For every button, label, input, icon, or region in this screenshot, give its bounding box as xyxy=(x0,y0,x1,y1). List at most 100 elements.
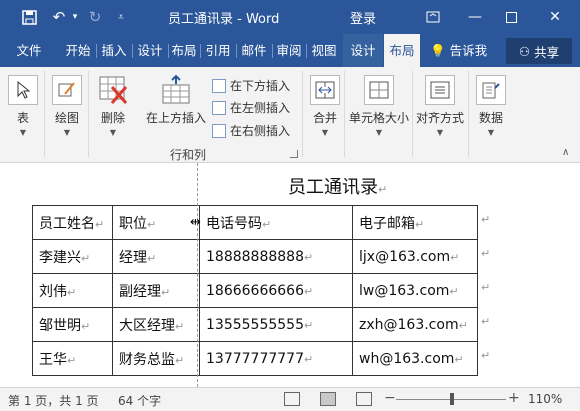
insert-left-icon xyxy=(212,100,226,115)
table-cell[interactable]: 13555555555↵ xyxy=(199,307,353,342)
cell-mark: ↵ xyxy=(95,217,105,231)
table-cell[interactable]: 经理↵ xyxy=(112,239,200,274)
chevron-down-icon: ▼ xyxy=(19,128,27,137)
cell-size-button[interactable]: 单元格大小 ▼ xyxy=(349,75,409,137)
table-cell[interactable]: wh@163.com↵ xyxy=(352,341,478,376)
tab-view[interactable]: 视图 xyxy=(308,34,340,67)
save-icon[interactable] xyxy=(18,6,40,28)
header-email: 电子邮箱 xyxy=(359,215,415,232)
table-cell[interactable]: 大区经理↵ xyxy=(112,307,200,342)
chevron-down-icon: ▼ xyxy=(63,128,71,137)
customize-qat-icon[interactable]: ⩡ xyxy=(114,6,128,28)
table-cell[interactable]: 电话号码↵ xyxy=(199,205,353,240)
tab-design[interactable]: 设计 xyxy=(134,34,166,67)
cell-mark: ↵ xyxy=(303,352,314,366)
zoom-in-icon[interactable]: + xyxy=(508,390,520,406)
table-cell[interactable]: lw@163.com↵ xyxy=(352,273,478,308)
table-cell[interactable]: 电子邮箱↵ xyxy=(352,205,478,240)
tab-insert[interactable]: 插入 xyxy=(98,34,130,67)
cell-text: wh@163.com xyxy=(359,350,455,367)
maximize-icon[interactable] xyxy=(496,4,526,30)
tell-me-label: 告诉我 xyxy=(449,43,488,58)
table-cell[interactable]: zxh@163.com↵ xyxy=(352,307,478,342)
table-cell[interactable]: 18888888888↵ xyxy=(199,239,353,274)
insert-left-button[interactable]: 在左侧插入 xyxy=(212,99,290,116)
insert-below-button[interactable]: 在下方插入 xyxy=(212,77,290,94)
tab-table-design[interactable]: 设计 xyxy=(343,34,383,67)
table-row: 李建兴↵ 经理↵ 18888888888↵ ljx@163.com↵ xyxy=(32,239,478,274)
cell-mark: ↵ xyxy=(147,217,157,231)
undo-dropdown-icon[interactable]: ▾ xyxy=(68,6,82,28)
table-row: 邹世明↵ 大区经理↵ 13555555555↵ zxh@163.com↵ xyxy=(32,307,478,342)
zoom-slider-thumb[interactable] xyxy=(450,393,454,405)
redo-icon[interactable]: ↻ xyxy=(84,6,106,28)
table-header-row: 员工姓名↵ 职位↵ 电话号码↵ 电子邮箱↵ xyxy=(32,205,478,240)
select-cursor-icon xyxy=(8,75,38,105)
table-cell[interactable]: 18666666666↵ xyxy=(199,273,353,308)
login-link[interactable]: 登录 xyxy=(350,8,376,27)
undo-icon[interactable]: ↶ xyxy=(48,6,70,28)
cell-text: zxh@163.com xyxy=(359,316,459,333)
cell-text: 财务总监 xyxy=(119,351,175,368)
table-cell[interactable]: 职位↵ xyxy=(112,205,200,240)
group-label-rows-cols: 行和列 xyxy=(170,148,207,162)
draw-button[interactable]: 绘图 ▼ xyxy=(52,75,82,137)
table-cell[interactable]: 副经理↵ xyxy=(112,273,200,308)
tab-mailings[interactable]: 邮件 xyxy=(238,34,270,67)
table-cell[interactable]: 邹世明↵ xyxy=(32,307,113,342)
tab-home[interactable]: 开始 xyxy=(62,34,94,67)
web-layout-icon[interactable] xyxy=(356,392,372,406)
tell-me[interactable]: 💡 告诉我 xyxy=(430,34,487,67)
tab-layout[interactable]: 布局 xyxy=(170,34,198,67)
table-cell[interactable]: 财务总监↵ xyxy=(112,341,200,376)
draw-table-icon xyxy=(52,75,82,105)
cell-mark: ↵ xyxy=(415,217,425,231)
share-button[interactable]: ⚇ 共享 xyxy=(506,38,572,64)
employee-table[interactable]: 员工姓名↵ 职位↵ 电话号码↵ 电子邮箱↵ 李建兴↵ 经理↵ 188888888… xyxy=(32,205,478,376)
delete-button[interactable]: 删除 ▼ xyxy=(98,75,128,137)
cell-mark: ↵ xyxy=(450,250,460,264)
word-count[interactable]: 64 个字 xyxy=(118,392,161,409)
cell-mark: ↵ xyxy=(303,284,314,298)
insert-right-button[interactable]: 在右侧插入 xyxy=(212,122,290,139)
table-cell[interactable]: 王华↵ xyxy=(32,341,113,376)
window-title: 员工通讯录 - Word xyxy=(168,12,280,27)
dialog-launcher-icon[interactable] xyxy=(290,150,298,158)
column-resize-cursor-icon[interactable]: ⇹ xyxy=(190,215,201,230)
zoom-out-icon[interactable]: − xyxy=(384,390,396,406)
data-button[interactable]: 数据 ▼ xyxy=(476,75,506,137)
read-mode-icon[interactable] xyxy=(284,392,300,406)
tab-review[interactable]: 审阅 xyxy=(274,34,304,67)
close-icon[interactable]: ✕ xyxy=(540,4,570,30)
table-cell[interactable]: 刘伟↵ xyxy=(32,273,113,308)
header-name: 员工姓名 xyxy=(39,215,95,232)
table-cell[interactable]: 李建兴↵ xyxy=(32,239,113,274)
table-cell[interactable]: 13777777777↵ xyxy=(199,341,353,376)
collapse-ribbon-icon[interactable]: ∧ xyxy=(562,147,569,158)
merge-button[interactable]: 合并 ▼ xyxy=(310,75,340,137)
tab-references[interactable]: 引用 xyxy=(202,34,234,67)
zoom-level[interactable]: 110% xyxy=(528,392,562,406)
minimize-icon[interactable]: — xyxy=(460,4,490,30)
print-layout-icon[interactable] xyxy=(320,392,336,406)
table-cell[interactable]: ljx@163.com↵ xyxy=(352,239,478,274)
insert-right-label: 在右侧插入 xyxy=(230,124,291,138)
chevron-down-icon: ▼ xyxy=(487,128,495,137)
table-cell[interactable]: 员工姓名↵ xyxy=(32,205,113,240)
row-end-mark: ↵ xyxy=(481,247,491,260)
insert-above-button[interactable]: 在上方插入 xyxy=(146,75,206,126)
tab-table-layout[interactable]: 布局 xyxy=(384,34,420,67)
document-title[interactable]: 员工通讯录↵ xyxy=(288,173,387,199)
cell-text: 经理 xyxy=(119,249,147,266)
ribbon-display-options-icon[interactable] xyxy=(418,4,448,30)
cell-mark: ↵ xyxy=(175,353,185,367)
cell-mark: ↵ xyxy=(81,251,91,265)
tab-file[interactable]: 文件 xyxy=(8,34,50,67)
cell-text: lw@163.com xyxy=(359,282,450,299)
alignment-button[interactable]: 对齐方式 ▼ xyxy=(416,75,464,137)
cell-size-label: 单元格大小 xyxy=(349,111,410,125)
page-count[interactable]: 第 1 页，共 1 页 xyxy=(8,392,99,409)
cell-mark: ↵ xyxy=(175,319,185,333)
document-page[interactable]: 员工通讯录↵ 员工姓名↵ 职位↵ 电话号码↵ 电子邮箱↵ 李建兴↵ 经理↵ 18… xyxy=(0,163,580,387)
table-button[interactable]: 表 ▼ xyxy=(8,75,38,137)
